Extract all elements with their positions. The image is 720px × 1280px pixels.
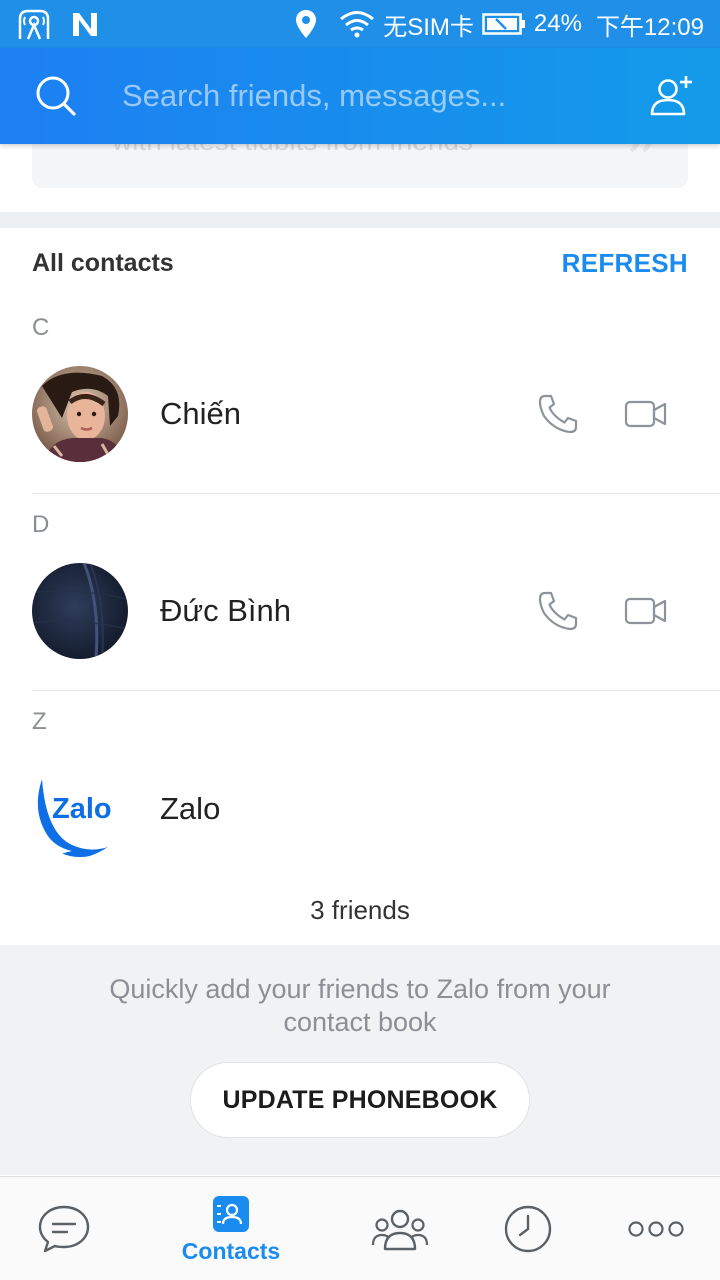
all-contacts-title: All contacts	[32, 249, 174, 277]
contact-name: Đức Bình	[160, 593, 292, 628]
contact-row-duc-binh[interactable]: Đức Bình	[0, 551, 720, 671]
avatar	[32, 366, 128, 462]
section-letter-c: C	[32, 314, 50, 341]
refresh-button[interactable]: REFRESH	[562, 248, 688, 279]
zalo-logo-text: Zalo	[52, 793, 112, 825]
video-call-icon[interactable]	[624, 392, 668, 436]
update-phonebook-button[interactable]: UPDATE PHONEBOOK	[190, 1062, 530, 1138]
contacts-book-icon	[213, 1195, 249, 1232]
search-input[interactable]	[122, 78, 648, 114]
contact-row-chien[interactable]: Chiến	[0, 354, 720, 474]
carrier-label: 无SIM卡	[383, 13, 474, 41]
location-icon	[295, 9, 317, 39]
section-divider	[0, 212, 720, 228]
contact-name: Chiến	[160, 396, 241, 431]
battery-percent: 24%	[533, 10, 582, 37]
more-dots-icon	[628, 1221, 684, 1237]
n-notification-icon	[70, 10, 100, 38]
contacts-header: All contacts REFRESH	[32, 248, 688, 279]
section-letter-d: D	[32, 511, 50, 538]
video-call-icon[interactable]	[624, 589, 668, 633]
wifi-icon	[339, 10, 375, 38]
battery-icon	[482, 12, 526, 36]
search-icon[interactable]	[34, 74, 78, 118]
contact-name: Zalo	[160, 791, 221, 826]
search-header	[0, 48, 720, 144]
nav-messages[interactable]	[24, 1177, 104, 1280]
group-icon	[371, 1209, 429, 1251]
avatar	[32, 563, 128, 659]
phonebook-section: Quickly add your friends to Zalo from yo…	[0, 945, 720, 1175]
row-divider	[32, 690, 720, 691]
friends-count: 3 friends	[310, 895, 410, 925]
row-divider	[32, 493, 720, 494]
contact-row-zalo[interactable]: Zalo Zalo	[0, 749, 720, 869]
section-letter-z: Z	[32, 708, 47, 735]
signal-tower-icon	[16, 7, 52, 41]
nav-contacts[interactable]: Contacts	[171, 1177, 291, 1280]
phone-call-icon[interactable]	[536, 589, 580, 633]
status-bar: 无SIM卡 24% 下午12:09	[0, 0, 720, 48]
add-friend-icon[interactable]	[648, 72, 696, 120]
clock-icon	[504, 1205, 552, 1253]
clock: 下午12:09	[595, 13, 704, 41]
nav-timeline[interactable]	[488, 1177, 568, 1280]
message-bubble-icon	[38, 1205, 90, 1253]
phonebook-prompt: Quickly add your friends to Zalo from yo…	[109, 974, 611, 1037]
nav-groups[interactable]	[360, 1177, 440, 1280]
nav-more[interactable]	[616, 1177, 696, 1280]
contacts-screen: 无SIM卡 24% 下午12:09 Search friends, messag…	[0, 0, 720, 1280]
bottom-navigation: Contacts	[0, 1176, 720, 1280]
nav-contacts-label: Contacts	[181, 1237, 281, 1264]
zalo-logo-avatar: Zalo	[32, 761, 128, 857]
phone-call-icon[interactable]	[536, 392, 580, 436]
